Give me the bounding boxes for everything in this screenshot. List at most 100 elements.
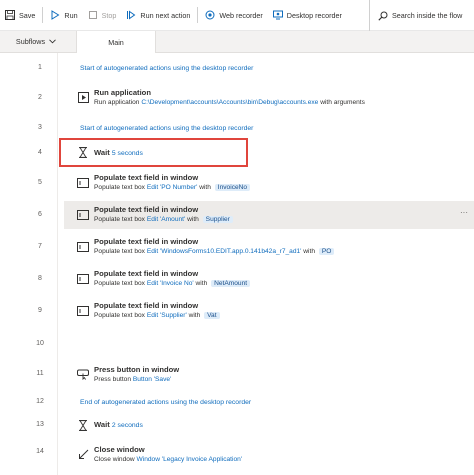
search-label: Search inside the flow xyxy=(392,11,463,20)
line-number: 14 xyxy=(36,448,44,455)
action-title: Press button in window xyxy=(94,365,180,374)
text-field-icon xyxy=(77,209,89,221)
variable-tag[interactable]: Vat xyxy=(204,312,220,319)
run-next-action-button[interactable]: Run next action xyxy=(121,0,195,31)
desc-prefix: Populate text box xyxy=(94,216,145,223)
desc-prefix: Populate text box xyxy=(94,280,145,287)
desktop-recorder-button[interactable]: Desktop recorder xyxy=(268,0,347,31)
action-run-application[interactable]: Run application Run application C:\Devel… xyxy=(64,83,474,113)
action-wait[interactable]: Wait 2 seconds xyxy=(64,415,474,435)
action-title: Populate text field in window xyxy=(94,269,199,278)
comment-action[interactable]: End of autogenerated actions using the d… xyxy=(80,399,251,406)
play-icon xyxy=(50,10,60,20)
action-title: Run application xyxy=(94,88,151,97)
variable-tag[interactable]: PO xyxy=(318,248,335,255)
toolbar-divider xyxy=(42,7,44,23)
line-number: 13 xyxy=(36,421,44,428)
flow-row: 12 End of autogenerated actions using th… xyxy=(0,395,474,411)
line-number: 1 xyxy=(38,64,42,71)
ui-element-link[interactable]: Edit 'Invoice No' xyxy=(147,280,194,287)
ui-element-link[interactable]: Edit 'Amount' xyxy=(147,216,185,223)
more-icon[interactable]: ··· xyxy=(460,208,468,217)
wait-duration[interactable]: 2 seconds xyxy=(112,422,143,429)
comment-action[interactable]: Start of autogenerated actions using the… xyxy=(80,65,253,72)
variable-tag[interactable]: InvoiceNo xyxy=(214,184,251,191)
flow-row: 13 Wait 2 seconds xyxy=(0,415,474,435)
search-box[interactable]: Search inside the flow xyxy=(369,0,462,31)
text-field-icon xyxy=(77,241,89,253)
flow-row: 9 Populate text field in window Populate… xyxy=(0,297,474,327)
save-label: Save xyxy=(19,10,36,20)
action-title: Populate text field in window xyxy=(94,205,199,214)
chevron-down-icon xyxy=(49,37,56,46)
action-description: Press button Button 'Save' xyxy=(94,376,171,383)
web-recorder-label: Web recorder xyxy=(219,10,263,20)
action-description: Run application C:\Development\accounts\… xyxy=(94,99,365,106)
action-description: Populate text box Edit 'Invoice No' with… xyxy=(94,280,251,287)
press-button-icon xyxy=(77,368,89,380)
desc-prefix: Populate text box xyxy=(94,184,145,191)
text-field-icon xyxy=(77,305,89,317)
action-populate-text-field[interactable]: Populate text field in window Populate t… xyxy=(64,233,474,263)
flow-row: 7 Populate text field in window Populate… xyxy=(0,233,474,263)
tab-main[interactable]: Main xyxy=(76,31,156,53)
flow-designer: 1 Start of autogenerated actions using t… xyxy=(0,53,474,475)
subflows-dropdown[interactable]: Subflows xyxy=(0,31,72,52)
run-next-icon xyxy=(126,10,136,20)
action-populate-text-field[interactable]: Populate text field in window Populate t… xyxy=(64,169,474,199)
text-field-icon xyxy=(77,177,89,189)
line-number: 2 xyxy=(38,94,42,101)
highlight-box xyxy=(59,138,248,167)
desktop-recorder-label: Desktop recorder xyxy=(286,10,342,20)
action-title: Close window xyxy=(94,445,145,454)
action-description: Populate text box Edit 'WindowsForms10.E… xyxy=(94,248,335,255)
action-title: Wait 2 seconds xyxy=(94,420,143,429)
action-title: Populate text field in window xyxy=(94,237,199,246)
action-populate-text-field[interactable]: Populate text field in window Populate t… xyxy=(64,201,474,229)
variable-tag[interactable]: Supplier xyxy=(202,216,233,223)
desc-with: with xyxy=(195,280,208,287)
flow-row: 6 Populate text field in window Populate… xyxy=(0,199,474,229)
action-description: Populate text box Edit 'PO Number' with … xyxy=(94,184,251,191)
ui-element-link[interactable]: Button 'Save' xyxy=(133,376,171,383)
ui-element-link[interactable]: Edit 'WindowsForms10.EDIT.app.0.141b42a_… xyxy=(147,248,302,255)
save-button[interactable]: Save xyxy=(0,0,40,31)
line-number: 6 xyxy=(38,211,42,218)
action-description: Populate text box Edit 'Supplier' with V… xyxy=(94,312,220,319)
line-number: 12 xyxy=(36,398,44,405)
comment-action[interactable]: Start of autogenerated actions using the… xyxy=(80,125,253,132)
action-close-window[interactable]: Close window Close window Window 'Legacy… xyxy=(64,439,474,469)
run-button[interactable]: Run xyxy=(45,0,82,31)
action-populate-text-field[interactable]: Populate text field in window Populate t… xyxy=(64,297,474,327)
web-recorder-button[interactable]: Web recorder xyxy=(200,0,267,31)
app-path[interactable]: C:\Development\accounts\Accounts\bin\Deb… xyxy=(141,99,318,106)
toolbar: Save Run Stop Run next action Web record… xyxy=(0,0,474,31)
ui-element-link[interactable]: Edit 'PO Number' xyxy=(147,184,198,191)
run-next-label: Run next action xyxy=(140,10,191,20)
toolbar-divider xyxy=(197,7,199,23)
flow-row: 1 Start of autogenerated actions using t… xyxy=(0,61,474,77)
desc-prefix: Populate text box xyxy=(94,312,145,319)
action-populate-text-field[interactable]: Populate text field in window Populate t… xyxy=(64,265,474,295)
ui-element-link[interactable]: Edit 'Supplier' xyxy=(147,312,187,319)
desc-with: with xyxy=(199,184,211,191)
line-number: 4 xyxy=(38,149,42,156)
hourglass-icon xyxy=(77,419,89,431)
desc-with: with xyxy=(187,216,199,223)
flow-row: 8 Populate text field in window Populate… xyxy=(0,265,474,295)
desc-with: with xyxy=(188,312,201,319)
line-number: 11 xyxy=(36,370,44,377)
flow-row: 10 xyxy=(0,337,474,353)
flow-row: 2 Run application Run application C:\Dev… xyxy=(0,83,474,113)
ui-element-link[interactable]: Window 'Legacy Invoice Application' xyxy=(137,456,243,463)
tab-main-label: Main xyxy=(108,37,124,47)
action-press-button[interactable]: Press button in window Press button Butt… xyxy=(64,359,474,389)
line-number: 9 xyxy=(38,307,42,314)
stop-button[interactable]: Stop xyxy=(83,0,122,31)
close-window-icon xyxy=(77,448,89,460)
save-icon xyxy=(5,10,15,20)
variable-tag[interactable]: NetAmount xyxy=(211,280,251,287)
wait-title: Wait xyxy=(94,420,110,429)
subflows-label: Subflows xyxy=(15,37,46,46)
run-label: Run xyxy=(64,10,78,20)
